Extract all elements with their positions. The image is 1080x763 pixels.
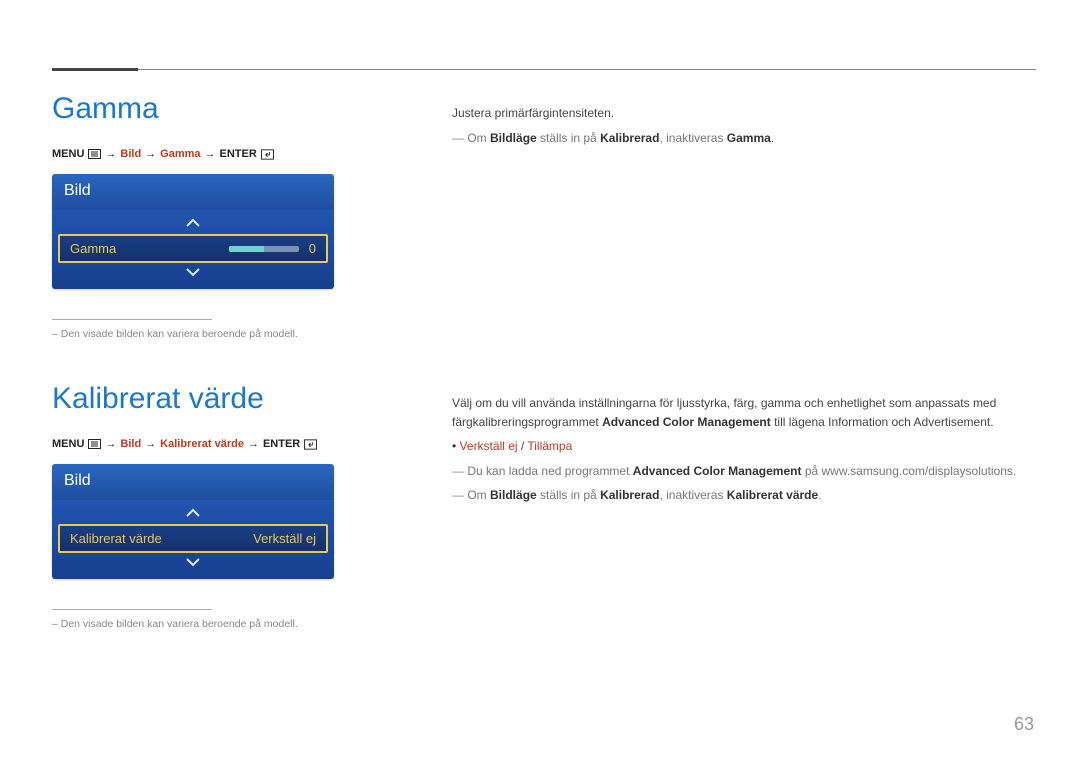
t: Du kan ladda ned programmet xyxy=(467,464,632,478)
enter-icon xyxy=(304,439,317,450)
t: Om xyxy=(467,131,490,145)
t: Tillämpa xyxy=(527,439,572,453)
breadcrumb-bild: Bild xyxy=(120,438,141,450)
osd-title: Bild xyxy=(52,174,334,210)
osd-title: Bild xyxy=(52,464,334,500)
t: . xyxy=(818,488,821,502)
footnote-gamma: – Den visade bilden kan variera beroende… xyxy=(52,328,392,340)
arrow-icon: → xyxy=(205,148,216,160)
arrow-icon: → xyxy=(105,438,116,450)
osd-row-gamma[interactable]: Gamma 0 xyxy=(58,234,328,263)
t: på www.samsung.com/displaysolutions. xyxy=(801,464,1016,478)
t: ställs in på xyxy=(537,488,600,502)
desc-p1: Välj om du vill använda inställningarna … xyxy=(452,394,1036,431)
osd-panel-kalibrerat: Bild Kalibrerat värde Verkställ ej xyxy=(52,464,334,579)
breadcrumb-item: Gamma xyxy=(160,148,200,160)
osd-row-value: Verkställ ej xyxy=(253,531,316,546)
section-gamma: Gamma MENU → Bild → Gamma → ENTER Bild xyxy=(52,92,1036,340)
breadcrumb-menu: MENU xyxy=(52,438,84,450)
breadcrumb-bild: Bild xyxy=(120,148,141,160)
t: , inaktiveras xyxy=(659,488,726,502)
footnote-rule xyxy=(52,609,212,610)
t: Kalibrerad xyxy=(600,488,659,502)
footnote-kalibrerat: – Den visade bilden kan variera beroende… xyxy=(52,618,392,630)
osd-row-label: Kalibrerat värde xyxy=(70,531,162,546)
chevron-down-icon[interactable] xyxy=(58,263,328,283)
arrow-icon: → xyxy=(145,438,156,450)
desc-gamma: Justera primärfärgintensiteten. Om Bildl… xyxy=(452,92,1036,340)
desc-note1: Du kan ladda ned programmet Advanced Col… xyxy=(452,462,1036,481)
chevron-up-icon[interactable] xyxy=(58,504,328,524)
t: Bildläge xyxy=(490,131,537,145)
enter-icon xyxy=(261,149,274,160)
gamma-slider[interactable] xyxy=(229,246,299,252)
t: . xyxy=(771,131,774,145)
t: Advanced Color Management xyxy=(633,464,802,478)
breadcrumb-gamma: MENU → Bild → Gamma → ENTER xyxy=(52,148,392,160)
breadcrumb-menu: MENU xyxy=(52,148,84,160)
t: , inaktiveras xyxy=(659,131,726,145)
t: Kalibrerad xyxy=(600,131,659,145)
footnote-rule xyxy=(52,319,212,320)
chevron-down-icon[interactable] xyxy=(58,553,328,573)
t: ställs in på xyxy=(537,131,600,145)
breadcrumb-enter: ENTER xyxy=(263,438,300,450)
desc-kalibrerat: Välj om du vill använda inställningarna … xyxy=(452,382,1036,630)
arrow-icon: → xyxy=(248,438,259,450)
top-rule xyxy=(52,68,1036,72)
heading-kalibrerat: Kalibrerat värde xyxy=(52,382,392,416)
t: Kalibrerat värde xyxy=(727,488,818,502)
osd-row-label: Gamma xyxy=(70,241,116,256)
t: Om xyxy=(467,488,490,502)
osd-row-value: 0 xyxy=(309,241,316,256)
page-number: 63 xyxy=(1014,714,1034,735)
t: Gamma xyxy=(727,131,771,145)
desc-line: Justera primärfärgintensiteten. xyxy=(452,104,1036,123)
section-kalibrerat: Kalibrerat värde MENU → Bild → Kalibrera… xyxy=(52,382,1036,630)
t: Bildläge xyxy=(490,488,537,502)
desc-note: Om Bildläge ställs in på Kalibrerad, ina… xyxy=(452,129,1036,148)
menu-icon xyxy=(88,439,101,450)
chevron-up-icon[interactable] xyxy=(58,214,328,234)
arrow-icon: → xyxy=(105,148,116,160)
t: / xyxy=(518,439,528,453)
desc-bullet: Verkställ ej / Tillämpa xyxy=(452,437,1036,456)
osd-panel-gamma: Bild Gamma 0 xyxy=(52,174,334,289)
t: Verkställ ej xyxy=(460,439,518,453)
breadcrumb-kalibrerat: MENU → Bild → Kalibrerat värde → ENTER xyxy=(52,438,392,450)
menu-icon xyxy=(88,149,101,160)
breadcrumb-item: Kalibrerat värde xyxy=(160,438,244,450)
t: Advanced Color Management xyxy=(602,415,771,429)
breadcrumb-enter: ENTER xyxy=(220,148,257,160)
arrow-icon: → xyxy=(145,148,156,160)
osd-row-kalibrerat[interactable]: Kalibrerat värde Verkställ ej xyxy=(58,524,328,553)
desc-note2: Om Bildläge ställs in på Kalibrerad, ina… xyxy=(452,486,1036,505)
heading-gamma: Gamma xyxy=(52,92,392,126)
t: till lägena Information och Advertisemen… xyxy=(771,415,994,429)
